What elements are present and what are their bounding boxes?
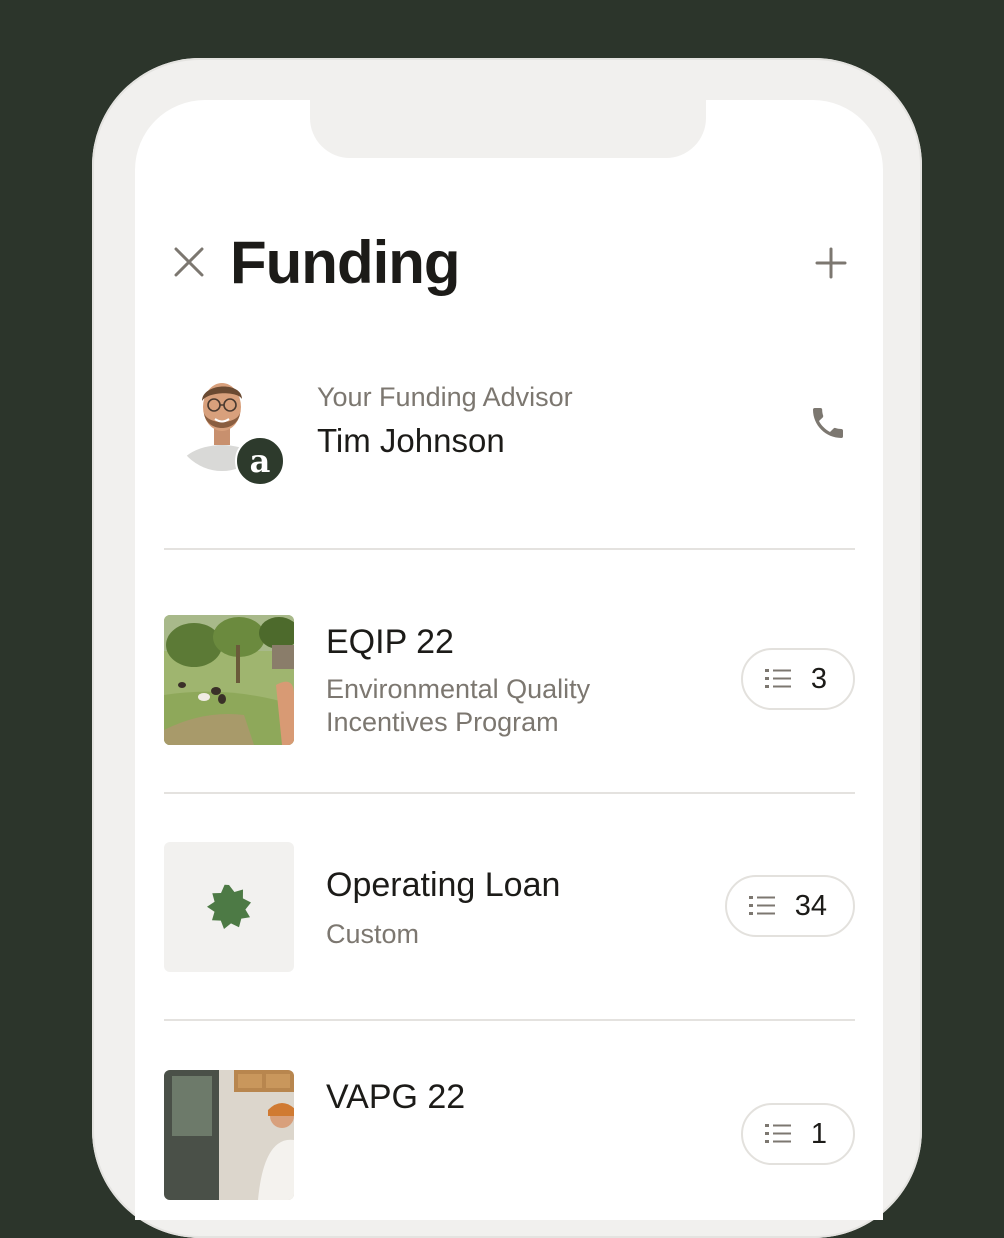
funding-item-title: EQIP 22 <box>326 623 454 661</box>
tasks-count: 3 <box>810 662 827 695</box>
list-icon <box>748 896 775 915</box>
tasks-count-button[interactable]: 3 <box>740 648 855 710</box>
advisor-name: Tim Johnson <box>317 422 505 459</box>
plus-icon <box>815 247 847 279</box>
funding-advisor-card[interactable]: a Your Funding Advisor Tim Johnson <box>164 365 854 490</box>
divider <box>164 792 855 794</box>
close-button[interactable] <box>167 240 211 284</box>
funding-item-title: Operating Loan <box>326 866 561 904</box>
advisor-label: Your Funding Advisor <box>317 382 573 412</box>
advisor-avatar: a <box>174 375 285 486</box>
list-icon <box>764 669 791 688</box>
starburst-badge-icon <box>207 884 251 929</box>
funding-item-subtitle: Custom <box>326 919 420 949</box>
funding-item-eqip[interactable]: EQIP 22 Environmental Quality Incentives… <box>164 615 855 745</box>
page-title: Funding <box>230 229 461 296</box>
app-screen: Funding a Your Funding Advisor Tim Johns… <box>135 100 883 1220</box>
divider <box>164 1019 855 1021</box>
phone-notch <box>310 100 706 158</box>
call-advisor-button[interactable] <box>804 399 852 447</box>
divider <box>164 548 855 550</box>
funding-item-title: VAPG 22 <box>326 1078 466 1116</box>
add-funding-button[interactable] <box>809 241 853 285</box>
phone-icon <box>813 408 843 438</box>
funding-item-image <box>164 842 294 972</box>
advisor-badge-letter: a <box>250 442 271 480</box>
funding-item-vapg[interactable]: VAPG 22 1 <box>164 1070 855 1200</box>
tasks-count: 1 <box>810 1117 827 1150</box>
funding-item-image <box>164 1070 294 1200</box>
list-icon <box>764 1124 791 1143</box>
funding-item-subtitle: Environmental Quality Incentives Program <box>326 674 591 737</box>
starburst-badge-icon: a <box>235 436 285 486</box>
close-icon <box>174 247 204 277</box>
tasks-count: 34 <box>794 889 827 922</box>
tasks-count-button[interactable]: 34 <box>724 875 855 937</box>
funding-item-image <box>164 615 294 745</box>
funding-item-operating-loan[interactable]: Operating Loan Custom 34 <box>164 842 855 972</box>
tasks-count-button[interactable]: 1 <box>740 1103 855 1165</box>
